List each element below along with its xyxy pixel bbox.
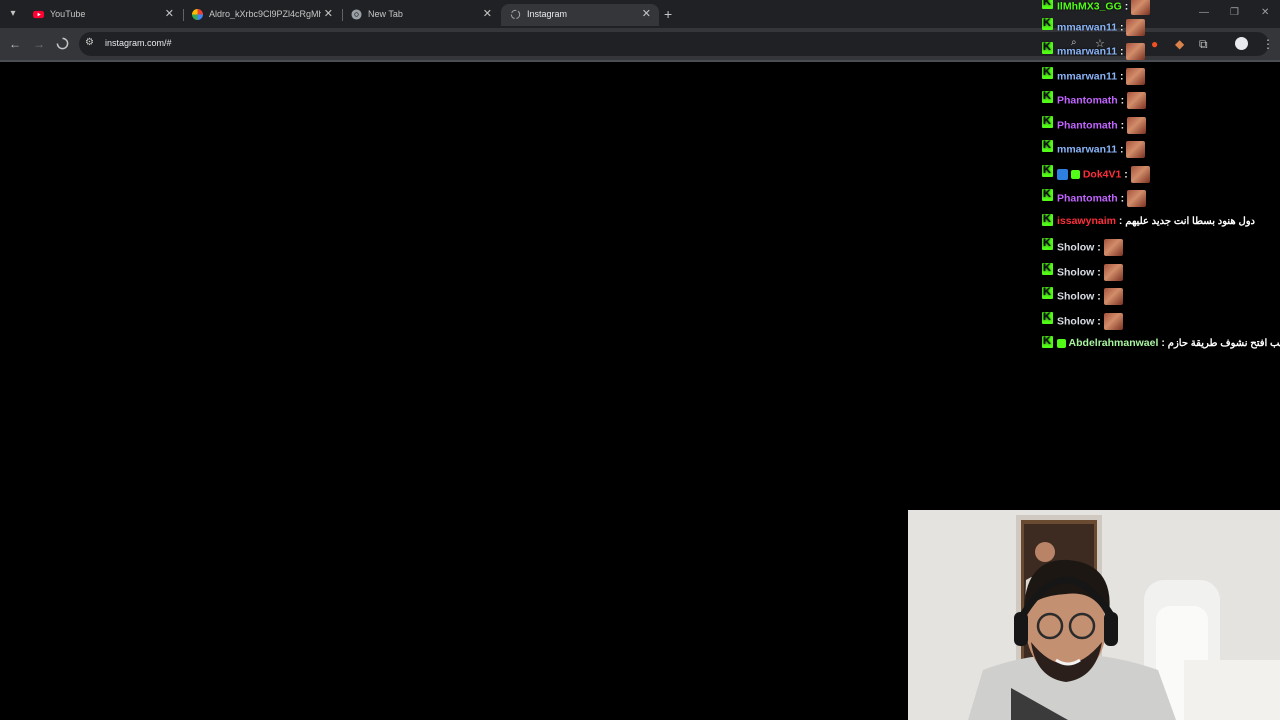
kick-badge-icon [1042,41,1053,54]
chat-username: IlMhMX3_GG [1057,0,1122,13]
chat-separator: : [1120,21,1124,34]
youtube-icon [33,10,44,19]
chat-separator: : [1118,215,1123,227]
kick-badge-icon [1042,311,1053,324]
chat-separator: : [1097,266,1101,279]
back-arrow-icon[interactable]: ← [9,36,21,52]
chat-text: دول هنود بسطا انت جديد عليهم [1125,216,1256,227]
tab-title: Instagram [527,9,568,19]
kick-badge-icon [1042,139,1053,152]
chat-username: mmarwan11 [1057,45,1118,58]
stop-loading-icon[interactable] [56,37,69,50]
chat-separator: : [1120,119,1125,132]
kick-badge-icon [1042,164,1053,177]
chat-username: Abdelrahmanwael [1068,337,1159,349]
emote-icon [1126,68,1146,85]
emote-icon [1126,141,1146,158]
kick-badge-icon [1042,237,1053,250]
chat-separator: : [1120,94,1125,107]
emote-icon [1103,239,1123,256]
webcam-overlay [908,510,1280,720]
kick-badge-icon [1042,115,1053,128]
chat-username: Phantomath [1057,119,1118,132]
chat-separator: : [1120,70,1124,83]
chat-separator: : [1124,0,1129,13]
tab-youtube[interactable]: YouTube ✕ [24,4,182,26]
emote-icon [1103,288,1123,305]
chat-username: Dok4V1 [1082,168,1122,181]
emote-icon [1127,92,1147,109]
chat-separator: : [1120,45,1124,58]
chat-username: Sholow [1057,315,1095,328]
emote-icon [1127,117,1147,134]
chat-username: Phantomath [1057,192,1118,205]
tab-search-button[interactable]: ▾ [4,5,22,23]
chat-username: mmarwan11 [1057,70,1118,83]
close-icon[interactable]: ✕ [642,7,651,20]
emote-icon [1130,166,1150,183]
chat-separator: : [1124,168,1128,181]
chat-username: mmarwan11 [1057,21,1118,34]
tab-title: YouTube [50,9,86,19]
emote-icon [1127,190,1147,207]
kick-badge-icon [1042,286,1053,299]
emote-icon [1103,313,1123,330]
chat-text: طب افتح نشوف طريقة حازم [1167,338,1280,349]
webcam-feed [908,510,1280,720]
green-badge-icon [1070,170,1080,179]
emote-icon [1126,43,1146,60]
close-icon[interactable]: ✕ [324,7,333,20]
photos-icon [192,9,203,20]
kick-badge-icon [1042,90,1053,103]
chevron-down-icon: ▾ [10,8,16,19]
kick-badge-icon [1042,335,1053,348]
kick-badge-icon [1042,66,1053,79]
chat-separator: : [1097,290,1101,303]
chat-separator: : [1097,241,1101,254]
chat-separator: : [1161,337,1165,349]
chrome-icon [351,9,362,20]
blue-badge-icon [1057,169,1068,180]
forward-arrow-icon[interactable]: → [33,36,45,52]
emote-icon [1131,0,1151,15]
kick-badge-icon [1042,262,1053,275]
emote-icon [1126,19,1146,36]
new-tab-button[interactable]: + [664,6,672,22]
tab-new-tab[interactable]: New Tab ✕ [342,4,500,26]
tab-title: New Tab [368,9,403,19]
stream-chat-overlay: IlMhMX3_GG : mmarwan11 : mmarwan11 : mma… [1040,0,1280,360]
chat-separator: : [1097,315,1101,328]
chat-separator: : [1120,192,1125,205]
kick-badge-icon [1042,213,1053,226]
chat-username: mmarwan11 [1057,143,1118,156]
chat-separator: : [1120,143,1124,156]
site-info-icon[interactable]: ⚙ [85,37,94,48]
green-badge-icon [1057,338,1066,348]
chat-username: Sholow [1057,266,1095,279]
tab-instagram[interactable]: Instagram ✕ [501,4,659,26]
chat-username: Sholow [1057,241,1095,254]
kick-badge-icon [1042,188,1053,201]
kick-badge-icon [1042,17,1053,30]
tab-title: Aldro_kXrbc9Cl9PZl4cRgMh6gl [209,9,321,19]
chat-username: issawynaim [1057,215,1116,227]
chat-username: Phantomath [1057,94,1118,107]
chat-username: Sholow [1057,290,1095,303]
kick-badge-icon [1042,0,1053,9]
plus-icon: + [664,6,673,22]
globe-icon [510,9,521,20]
close-icon[interactable]: ✕ [165,7,174,20]
close-icon[interactable]: ✕ [483,7,492,20]
emote-icon [1103,264,1123,281]
address-url[interactable]: instagram.com/# [105,38,172,48]
tab-photos[interactable]: Aldro_kXrbc9Cl9PZl4cRgMh6gl ✕ [183,4,341,26]
